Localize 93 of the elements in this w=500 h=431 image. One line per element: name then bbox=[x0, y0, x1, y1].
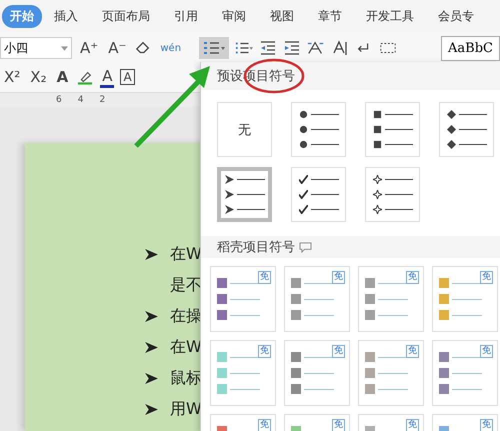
bullet-style-option[interactable] bbox=[291, 102, 346, 157]
arrowhead-bullet-icon bbox=[224, 175, 234, 184]
free-badge: 免 bbox=[258, 345, 271, 358]
document-text: 在W bbox=[170, 244, 202, 265]
free-badge: 免 bbox=[332, 271, 345, 284]
ribbon-tab[interactable]: 开发工具 bbox=[354, 4, 426, 28]
caret-icon[interactable] bbox=[61, 46, 68, 50]
checkmark-bullet-icon bbox=[298, 175, 308, 184]
free-badge: 免 bbox=[480, 345, 493, 358]
bullet-style-option[interactable] bbox=[365, 167, 420, 222]
text-direction-icon[interactable] bbox=[331, 40, 350, 56]
ruler-number: 6 bbox=[56, 95, 62, 105]
document-text: 在W bbox=[170, 337, 202, 358]
square-bullet-icon bbox=[372, 140, 382, 149]
bullet-style-option[interactable]: 免 bbox=[358, 340, 424, 406]
bullet-style-option[interactable]: 免 bbox=[284, 266, 350, 332]
bullet-style-option[interactable] bbox=[217, 167, 272, 222]
bullet-style-option[interactable]: 免 bbox=[284, 340, 350, 406]
free-badge: 免 bbox=[406, 271, 419, 284]
arrow-bullet-icon bbox=[145, 311, 158, 322]
decrease-indent-icon[interactable] bbox=[259, 40, 278, 56]
dot-bullet-icon bbox=[298, 110, 308, 119]
bullet-style-option[interactable]: 免 bbox=[210, 266, 276, 332]
ruler-number: 4 bbox=[78, 95, 84, 105]
font-size-field[interactable]: 小四 bbox=[0, 37, 72, 59]
arrow-bullet-icon bbox=[145, 342, 158, 353]
checkmark-bullet-icon bbox=[298, 190, 308, 199]
ribbon-tab[interactable]: 引用 bbox=[162, 4, 210, 28]
star-bullet-icon bbox=[372, 205, 382, 214]
ribbon-tab[interactable]: 插入 bbox=[42, 4, 90, 28]
bullet-style-option[interactable]: 免 bbox=[358, 266, 424, 332]
free-badge: 免 bbox=[480, 271, 493, 284]
ribbon-tab[interactable]: 会员专 bbox=[426, 4, 486, 28]
increase-indent-icon[interactable] bbox=[283, 40, 302, 56]
square-bullet-icon bbox=[372, 125, 382, 134]
document-text: 用W bbox=[170, 399, 202, 420]
bullet-style-option[interactable] bbox=[365, 102, 420, 157]
circle-annotation bbox=[244, 58, 304, 94]
bullet-style-option[interactable]: 免 bbox=[432, 340, 498, 406]
arrow-bullet-icon bbox=[145, 404, 158, 415]
pinyin-button[interactable]: wén bbox=[158, 42, 184, 54]
ribbon-tab[interactable]: 章节 bbox=[306, 4, 354, 28]
document-text: 是不 bbox=[170, 275, 202, 296]
bullet-style-option[interactable]: 免 bbox=[210, 340, 276, 406]
free-badge: 免 bbox=[406, 419, 419, 431]
bullet-style-option[interactable]: 无 bbox=[217, 102, 272, 157]
ribbon-tab[interactable]: 视图 bbox=[258, 4, 306, 28]
highlighter-icon[interactable] bbox=[76, 69, 94, 85]
square-bullet-icon bbox=[372, 110, 382, 119]
diamond-bullet-icon bbox=[446, 140, 456, 149]
document-text: 在操 bbox=[170, 306, 202, 327]
free-badge: 免 bbox=[258, 419, 271, 431]
arrowhead-bullet-icon bbox=[224, 190, 234, 199]
bullet-style-option[interactable]: 免 bbox=[432, 266, 498, 332]
style-preview[interactable]: AaBbC bbox=[441, 36, 500, 60]
ribbon-tab[interactable]: 审阅 bbox=[210, 4, 258, 28]
bullet-style-option[interactable]: 免 bbox=[210, 414, 276, 431]
dot-bullet-icon bbox=[298, 125, 308, 134]
free-badge: 免 bbox=[406, 345, 419, 358]
numbered-list-icon[interactable] bbox=[235, 40, 254, 56]
document-text: 鼠标 bbox=[170, 368, 202, 389]
bullet-style-option[interactable] bbox=[291, 167, 346, 222]
diamond-bullet-icon bbox=[446, 110, 456, 119]
arrow-bullet-icon bbox=[145, 373, 158, 384]
arrow-bullet-icon bbox=[145, 249, 158, 260]
free-badge: 免 bbox=[332, 419, 345, 431]
bullet-style-option[interactable]: 免 bbox=[432, 414, 498, 431]
bullet-style-option[interactable]: 免 bbox=[284, 414, 350, 431]
diamond-bullet-icon bbox=[446, 125, 456, 134]
bullet-style-option[interactable] bbox=[439, 102, 494, 157]
shrink-font-button[interactable]: A⁻ bbox=[106, 39, 128, 57]
superscript-button[interactable]: X² bbox=[2, 68, 22, 86]
table-border-icon[interactable] bbox=[379, 40, 398, 56]
free-badge: 免 bbox=[332, 345, 345, 358]
subscript-button[interactable]: X₂ bbox=[28, 68, 49, 86]
star-bullet-icon bbox=[372, 190, 382, 199]
checkmark-bullet-icon bbox=[298, 205, 308, 214]
ribbon-tab[interactable]: 页面布局 bbox=[90, 4, 162, 28]
bullet-style-option[interactable]: 免 bbox=[358, 414, 424, 431]
chinese-layout-icon[interactable] bbox=[307, 40, 326, 56]
free-badge: 免 bbox=[480, 419, 493, 431]
free-badge: 免 bbox=[258, 271, 271, 284]
arrowhead-bullet-icon bbox=[224, 205, 234, 214]
section-header: 稻壳项目符号 bbox=[217, 239, 295, 256]
font-color-button[interactable]: A bbox=[100, 66, 114, 88]
text-effect-button[interactable]: A bbox=[54, 68, 70, 86]
bullet-list-button[interactable] bbox=[199, 37, 230, 59]
star-bullet-icon bbox=[372, 175, 382, 184]
comment-icon[interactable] bbox=[299, 242, 312, 252]
grow-font-button[interactable]: A⁺ bbox=[78, 39, 100, 57]
dot-bullet-icon bbox=[298, 140, 308, 149]
ruler-number: 2 bbox=[99, 95, 106, 105]
char-border-button[interactable]: A bbox=[120, 69, 135, 85]
